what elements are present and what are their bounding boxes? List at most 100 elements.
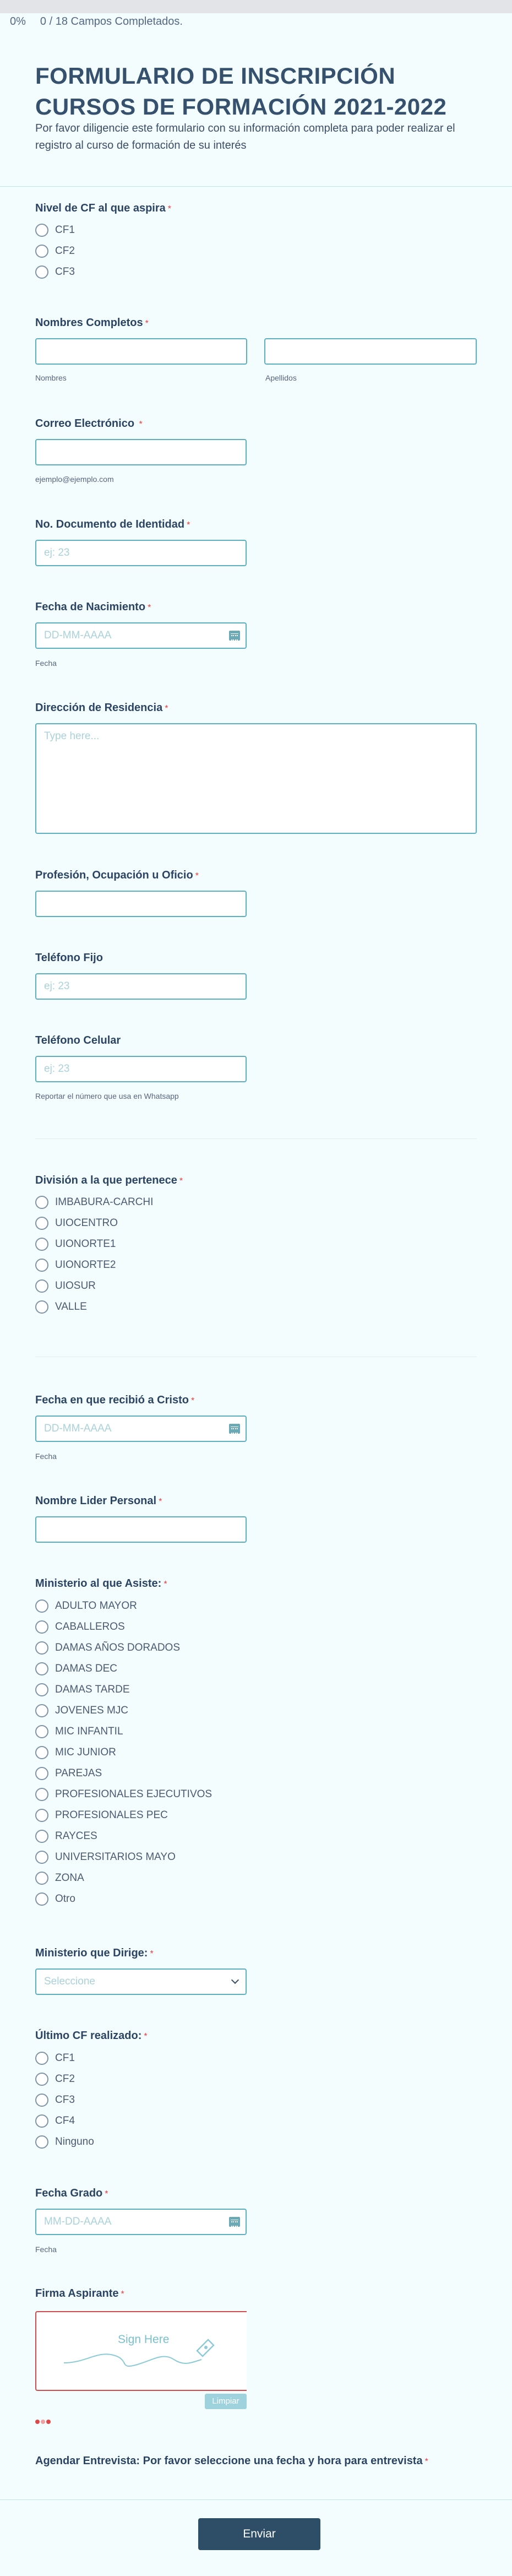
telefono-celular-question: Teléfono Celular xyxy=(35,1034,121,1047)
option-label: CF1 xyxy=(55,224,75,236)
radio-button[interactable] xyxy=(35,1683,48,1696)
first-name-input[interactable] xyxy=(35,338,247,365)
option-label: UIOSUR xyxy=(55,1280,96,1292)
radio-button[interactable] xyxy=(35,1809,48,1822)
email-field[interactable] xyxy=(35,439,247,465)
option-label: DAMAS TARDE xyxy=(55,1684,130,1695)
form-header: FORMULARIO DE INSCRIPCIÓN CURSOS DE FORM… xyxy=(0,30,512,187)
address-placeholder: Type here... xyxy=(44,730,100,742)
option-label: RAYCES xyxy=(55,1830,97,1842)
radio-button[interactable] xyxy=(35,245,48,258)
birth-date-sublabel: Fecha xyxy=(35,659,57,668)
signature-pad[interactable]: Sign Here xyxy=(35,2311,247,2391)
firma-question: Firma Aspirante * xyxy=(35,2287,124,2300)
progress-indicator: 0% 0 / 18 Campos Completados. xyxy=(10,15,197,28)
option-label: Otro xyxy=(55,1893,75,1905)
option-label: PROFESIONALES EJECUTIVOS xyxy=(55,1788,213,1800)
ministerio-dirige-question: Ministerio que Dirige: * xyxy=(35,1946,154,1960)
radio-button[interactable] xyxy=(35,1892,48,1906)
option-label: CF4 xyxy=(55,2115,75,2127)
radio-button[interactable] xyxy=(35,1641,48,1655)
top-strip xyxy=(0,0,512,13)
leader-name-input[interactable] xyxy=(35,1516,247,1543)
birth-date-placeholder: DD-MM-AAAA xyxy=(44,630,112,641)
mobile-input[interactable]: ej: 23 xyxy=(35,1056,247,1082)
profession-input[interactable] xyxy=(35,891,247,917)
radio-button[interactable] xyxy=(35,224,48,237)
radio-button[interactable] xyxy=(35,2073,48,2086)
radio-button[interactable] xyxy=(35,1662,48,1675)
option-label: Ninguno xyxy=(55,2136,94,2147)
option-label: CF1 xyxy=(55,2052,75,2064)
graduation-date-placeholder: MM-DD-AAAA xyxy=(44,2216,112,2227)
radio-button[interactable] xyxy=(35,1620,48,1634)
option-label: MIC INFANTIL xyxy=(55,1726,123,1737)
radio-button[interactable] xyxy=(35,1851,48,1864)
ultimo-cf-label: Último CF realizado: xyxy=(35,2030,142,2042)
nivel-label: Nivel de CF al que aspira xyxy=(35,202,166,214)
firma-label: Firma Aspirante xyxy=(35,2287,119,2300)
option-label: CF2 xyxy=(55,2073,75,2085)
last-name-input[interactable] xyxy=(264,338,477,365)
document-number-input[interactable]: ej: 23 xyxy=(35,540,247,566)
required-mark: * xyxy=(179,1176,183,1186)
form-title: FORMULARIO DE INSCRIPCIÓN CURSOS DE FORM… xyxy=(35,63,447,120)
progress-fields: 0 / 18 Campos Completados. xyxy=(40,15,183,28)
ministerio-dirige-label: Ministerio que Dirige: xyxy=(35,1947,148,1959)
radio-button[interactable] xyxy=(35,265,48,279)
calendar-icon[interactable] xyxy=(229,631,240,641)
birth-date-input[interactable]: DD-MM-AAAA xyxy=(35,622,247,649)
email-sublabel: ejemplo@ejemplo.com xyxy=(35,475,114,484)
radio-button[interactable] xyxy=(35,1238,48,1251)
radio-button[interactable] xyxy=(35,1217,48,1230)
radio-button[interactable] xyxy=(35,1279,48,1293)
radio-button[interactable] xyxy=(35,1788,48,1801)
fecha-grado-label: Fecha Grado xyxy=(35,2187,103,2199)
option-label: VALLE xyxy=(55,1301,87,1313)
option-label: MIC JUNIOR xyxy=(55,1747,116,1758)
clear-signature-button[interactable]: Limpiar xyxy=(205,2394,247,2409)
radio-button[interactable] xyxy=(35,1830,48,1843)
faith-date-sublabel: Fecha xyxy=(35,1452,57,1461)
telefono-fijo-question: Teléfono Fijo xyxy=(35,951,103,964)
progress-percent: 0% xyxy=(10,15,26,28)
ministerio-asiste-label: Ministerio al que Asiste: xyxy=(35,1577,162,1590)
entrevista-question: Agendar Entrevista: Por favor seleccione… xyxy=(35,2454,428,2467)
radio-button[interactable] xyxy=(35,2052,48,2065)
radio-button[interactable] xyxy=(35,1872,48,1885)
calendar-icon[interactable] xyxy=(229,1424,240,1434)
option-label: CF3 xyxy=(55,266,75,278)
option-label: UIONORTE2 xyxy=(55,1259,116,1271)
submit-button[interactable]: Enviar xyxy=(198,2518,320,2550)
option-label: ZONA xyxy=(55,1872,84,1884)
radio-button[interactable] xyxy=(35,1300,48,1314)
radio-button[interactable] xyxy=(35,1259,48,1272)
radio-button[interactable] xyxy=(35,1725,48,1738)
calendar-icon[interactable] xyxy=(229,2217,240,2227)
correo-label: Correo Electrónico xyxy=(35,417,135,430)
required-mark: * xyxy=(139,420,143,429)
radio-button[interactable] xyxy=(35,1599,48,1613)
option-label: CF3 xyxy=(55,2094,75,2106)
radio-button[interactable] xyxy=(35,1746,48,1759)
address-textarea[interactable]: Type here... xyxy=(35,723,477,834)
radio-button[interactable] xyxy=(35,2135,48,2149)
radio-button[interactable] xyxy=(35,1767,48,1780)
option-label: CABALLEROS xyxy=(55,1621,125,1633)
option-label: DAMAS AÑOS DORADOS xyxy=(55,1642,180,1653)
landline-input[interactable]: ej: 23 xyxy=(35,973,247,1000)
ministerio-asiste-question: Ministerio al que Asiste: * xyxy=(35,1577,167,1590)
radio-button[interactable] xyxy=(35,2114,48,2128)
radio-button[interactable] xyxy=(35,2094,48,2107)
option-label: CF2 xyxy=(55,245,75,257)
faith-date-input[interactable]: DD-MM-AAAA xyxy=(35,1416,247,1442)
required-mark: * xyxy=(164,1580,167,1589)
radio-button[interactable] xyxy=(35,1704,48,1717)
graduation-date-input[interactable]: MM-DD-AAAA xyxy=(35,2209,247,2235)
required-mark: * xyxy=(187,520,190,530)
telefono-fijo-label: Teléfono Fijo xyxy=(35,952,103,964)
correo-question: Correo Electrónico * xyxy=(35,417,143,430)
radio-button[interactable] xyxy=(35,1196,48,1209)
ministry-select[interactable]: Seleccione xyxy=(35,1968,247,1995)
required-mark: * xyxy=(105,2189,108,2199)
